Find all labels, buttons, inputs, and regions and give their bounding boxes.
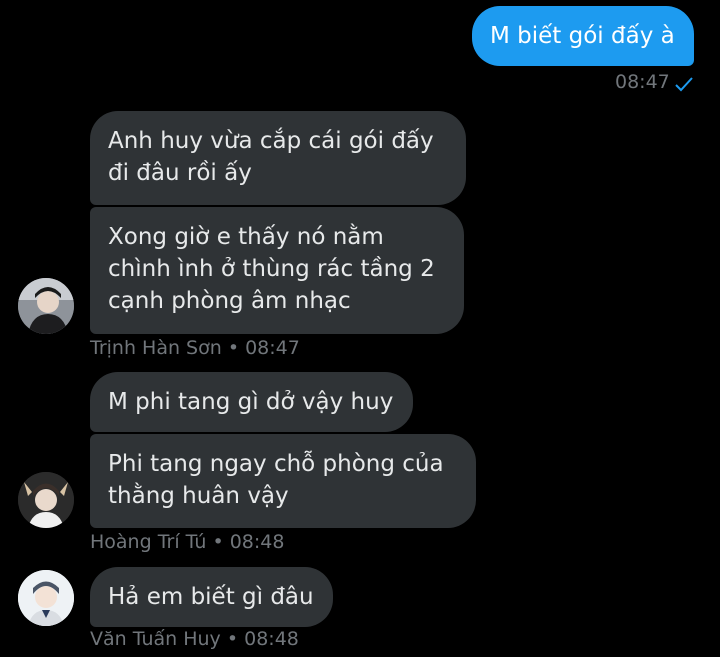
incoming-message-bubble[interactable]: M phi tang gì dở vậy huy xyxy=(90,372,413,432)
sender-name: Trịnh Hàn Sơn xyxy=(90,337,222,359)
sender-name: Văn Tuấn Huy xyxy=(90,628,221,650)
incoming-message-bubble[interactable]: Phi tang ngay chỗ phòng của thằng huân v… xyxy=(90,434,476,528)
sender-avatar[interactable] xyxy=(18,278,74,334)
outgoing-message-time: 08:47 xyxy=(615,71,670,93)
message-time: 08:48 xyxy=(244,628,299,650)
incoming-message-bubble[interactable]: Xong giờ e thấy nó nằm chình ình ở thùng… xyxy=(90,207,464,334)
message-time: 08:48 xyxy=(229,531,285,553)
incoming-message-bubble[interactable]: Anh huy vừa cắp cái gói đấy đi đâu rồi ấ… xyxy=(90,111,466,205)
sender-meta: Hoàng Trí Tú • 08:48 xyxy=(90,531,284,553)
sender-meta: Trịnh Hàn Sơn • 08:47 xyxy=(90,337,300,359)
sender-meta: Văn Tuấn Huy • 08:48 xyxy=(90,628,299,650)
outgoing-message-bubble[interactable]: M biết gói đấy à xyxy=(472,6,694,66)
sender-name: Hoàng Trí Tú xyxy=(90,531,207,553)
sender-avatar[interactable] xyxy=(18,570,74,626)
meta-separator: • xyxy=(227,337,240,359)
avatar-image xyxy=(18,278,74,334)
incoming-message-bubble[interactable]: Hả em biết gì đâu xyxy=(90,567,333,627)
meta-separator: • xyxy=(212,531,224,553)
message-time: 08:47 xyxy=(245,337,300,359)
check-icon xyxy=(675,77,693,92)
meta-separator: • xyxy=(226,628,239,650)
avatar-image xyxy=(18,570,74,626)
avatar-image xyxy=(18,472,74,528)
sender-avatar[interactable] xyxy=(18,472,74,528)
